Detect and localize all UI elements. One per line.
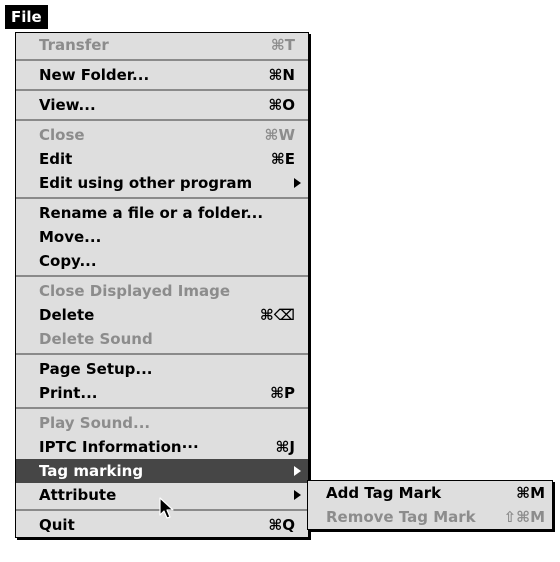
menu-item-label: Close Displayed Image (39, 282, 230, 300)
menu-item-play-sound: Play Sound... (16, 411, 308, 435)
menu-item-shortcut: ⌘N (268, 66, 295, 84)
menu-item-shortcut: ⌘O (268, 96, 295, 114)
menu-item-transfer: Transfer ⌘T (16, 33, 308, 57)
menu-item-shortcut: ⌘Q (268, 516, 295, 534)
submenu-item-remove-tag-mark: Remove Tag Mark ⇧⌘M (308, 505, 552, 529)
menu-item-label: Delete (39, 306, 95, 324)
submenu-arrow-icon (294, 178, 301, 188)
menu-item-shortcut: ⌘P (270, 384, 295, 402)
menu-item-shortcut: ⌘W (264, 126, 295, 144)
menu-item-page-setup[interactable]: Page Setup... (16, 357, 308, 381)
tag-marking-submenu: Add Tag Mark ⌘M Remove Tag Mark ⇧⌘M (307, 480, 553, 530)
menu-item-label: Rename a file or a folder... (39, 204, 264, 222)
menu-item-shortcut: ⌘E (270, 150, 295, 168)
submenu-item-add-tag-mark[interactable]: Add Tag Mark ⌘M (308, 481, 552, 505)
menu-separator (16, 89, 308, 91)
menu-item-delete[interactable]: Delete ⌘⌫ (16, 303, 308, 327)
file-menu: Transfer ⌘T New Folder... ⌘N View... ⌘O … (15, 32, 309, 538)
menu-item-delete-sound: Delete Sound (16, 327, 308, 351)
menu-item-label: Print... (39, 384, 98, 402)
menu-item-shortcut: ⌘⌫ (259, 306, 295, 324)
menu-separator (16, 353, 308, 355)
menu-item-tag-marking[interactable]: Tag marking (16, 459, 308, 483)
menu-separator (16, 407, 308, 409)
menu-item-label: View... (39, 96, 96, 114)
menu-item-new-folder[interactable]: New Folder... ⌘N (16, 63, 308, 87)
menu-item-iptc-information[interactable]: IPTC Information··· ⌘J (16, 435, 308, 459)
submenu-arrow-icon (294, 466, 301, 476)
menu-separator (16, 59, 308, 61)
menu-item-label: New Folder... (39, 66, 150, 84)
menu-item-copy[interactable]: Copy... (16, 249, 308, 273)
menu-item-label: Edit (39, 150, 73, 168)
menu-item-label: Attribute (39, 486, 117, 504)
menu-item-edit[interactable]: Edit ⌘E (16, 147, 308, 171)
menu-separator (16, 197, 308, 199)
menu-item-label: Delete Sound (39, 330, 153, 348)
menu-item-label: Play Sound... (39, 414, 151, 432)
menu-item-close: Close ⌘W (16, 123, 308, 147)
menu-item-label: Quit (39, 516, 75, 534)
menu-item-label: Tag marking (39, 462, 144, 480)
file-menu-title[interactable]: File (5, 5, 48, 29)
menu-item-edit-other-program[interactable]: Edit using other program (16, 171, 308, 195)
menu-item-label: Remove Tag Mark (326, 508, 476, 526)
menu-item-label: Close (39, 126, 85, 144)
menu-item-label: Copy... (39, 252, 97, 270)
menu-item-rename[interactable]: Rename a file or a folder... (16, 201, 308, 225)
menu-item-shortcut: ⌘M (516, 484, 545, 502)
menu-item-print[interactable]: Print... ⌘P (16, 381, 308, 405)
submenu-arrow-icon (294, 490, 301, 500)
menu-item-label: Page Setup... (39, 360, 153, 378)
mouse-pointer-icon (159, 497, 174, 519)
menu-item-move[interactable]: Move... (16, 225, 308, 249)
menu-item-shortcut: ⇧⌘M (503, 508, 545, 526)
menu-item-label: Edit using other program (39, 174, 253, 192)
menu-item-close-displayed-image: Close Displayed Image (16, 279, 308, 303)
menu-item-label: IPTC Information··· (39, 438, 199, 456)
menu-separator (16, 119, 308, 121)
menu-item-shortcut: ⌘T (270, 36, 295, 54)
menu-item-label: Add Tag Mark (326, 484, 442, 502)
menu-item-label: Transfer (39, 36, 109, 54)
menu-item-label: Move... (39, 228, 102, 246)
menu-item-view[interactable]: View... ⌘O (16, 93, 308, 117)
menu-separator (16, 275, 308, 277)
menu-item-shortcut: ⌘J (275, 438, 296, 456)
